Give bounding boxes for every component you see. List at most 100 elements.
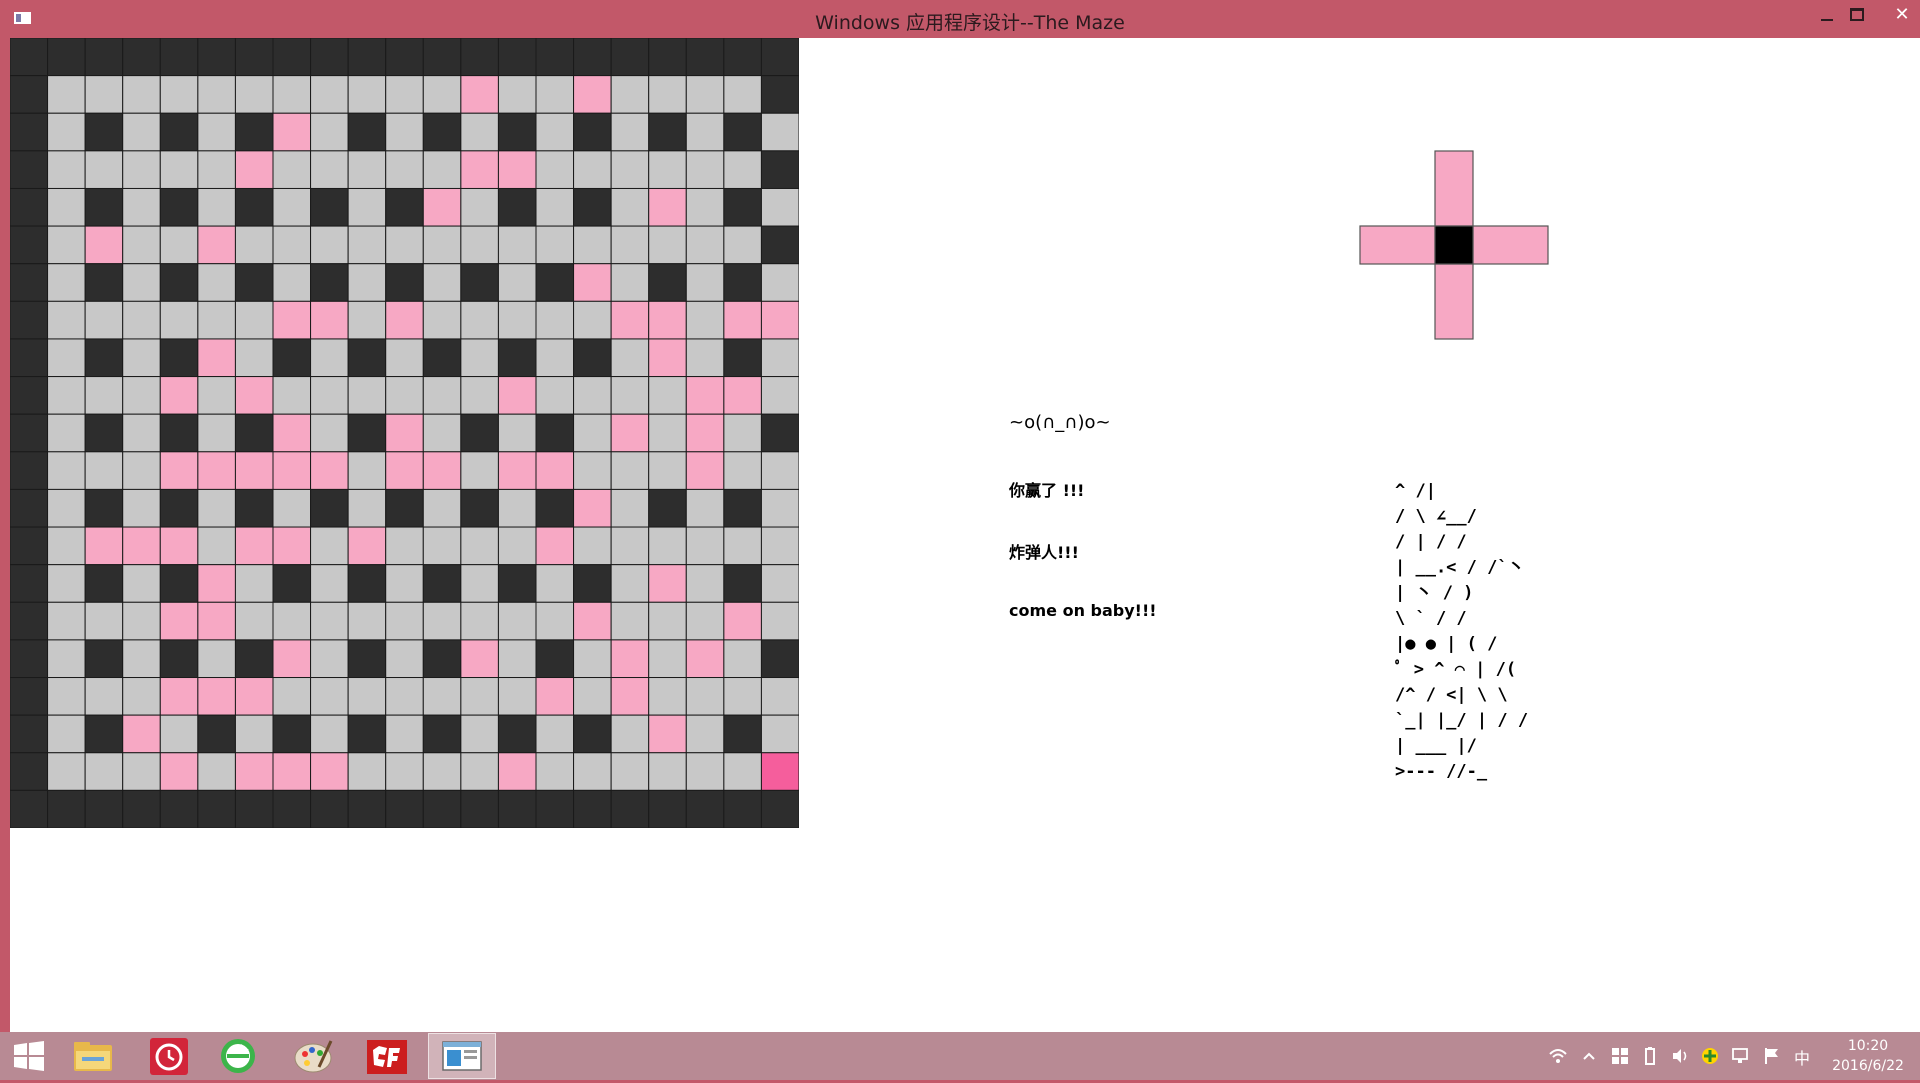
ime-indicator[interactable]: 中 (1794, 1045, 1810, 1069)
maze-floor (47, 451, 86, 490)
maze-floor (497, 75, 537, 114)
maze-flame (648, 300, 687, 340)
maze-floor (47, 639, 86, 679)
maze-floor (685, 488, 725, 528)
maze-floor (47, 413, 86, 453)
show-hidden-icons-chevron-icon[interactable] (1579, 1046, 1599, 1066)
maze-wall (422, 714, 462, 754)
maze-floor (460, 677, 499, 716)
maze-wall (723, 714, 762, 754)
maze-floor (497, 413, 537, 453)
alarm-clock-button[interactable] (138, 1033, 200, 1079)
maze-flame (648, 338, 687, 378)
maze-floor (723, 225, 762, 265)
maze-floor (272, 488, 312, 528)
maze-wall (573, 187, 612, 227)
maze-wall (47, 789, 86, 828)
maze-floor (385, 564, 424, 603)
maze-floor (460, 300, 499, 340)
clock-date[interactable]: 2016/6/22 (1818, 1058, 1918, 1074)
maze-wall (10, 112, 49, 152)
maze-app-button[interactable] (428, 1033, 496, 1079)
network-sync-icon[interactable] (1700, 1046, 1720, 1066)
maze-floor (610, 714, 650, 754)
file-explorer-button[interactable] (62, 1033, 124, 1079)
maze-floor (685, 564, 725, 603)
win-message: 你赢了 !!! (1009, 481, 1085, 500)
maze-floor (535, 300, 575, 340)
maze-flame (685, 639, 725, 679)
volume-icon[interactable] (1670, 1046, 1690, 1066)
maze-wall (272, 714, 312, 754)
maze-flame (460, 75, 499, 114)
ascii-pikachu-art: ^ /| / \ ∠__/ / | / / | __.< / /`丶 | 丶 / )… (1395, 481, 1528, 782)
maze-flame (610, 639, 650, 679)
maze-wall (497, 564, 537, 603)
maze-flame (685, 413, 725, 453)
maze-floor (760, 488, 799, 528)
maze-wall (234, 488, 274, 528)
maze-flame (685, 451, 725, 490)
action-center-icon[interactable] (1610, 1046, 1630, 1066)
maze-floor (122, 376, 161, 415)
maze-flame (197, 225, 236, 265)
maze-wall (460, 413, 499, 453)
maze-floor (197, 526, 236, 566)
maze-floor (610, 564, 650, 603)
maze-flame (422, 187, 462, 227)
windows-logo-icon (14, 1041, 44, 1071)
maze-floor (460, 752, 499, 791)
wifi-icon[interactable] (1548, 1046, 1568, 1066)
maze-wall (648, 789, 687, 828)
maze-floor (347, 752, 387, 791)
close-button[interactable]: ✕ (1885, 2, 1919, 30)
maze-flame (497, 451, 537, 490)
maximize-button[interactable] (1840, 2, 1874, 30)
clock-time[interactable]: 10:20 (1818, 1038, 1918, 1054)
maze-floor (310, 639, 349, 679)
maze-floor (685, 150, 725, 189)
maze-wall (347, 338, 387, 378)
maze-wall (234, 639, 274, 679)
maze-wall (497, 112, 537, 152)
maze-floor (497, 263, 537, 302)
maze-floor (648, 639, 687, 679)
maze-flame (272, 451, 312, 490)
maze-floor (347, 451, 387, 490)
monitor-network-icon[interactable] (1730, 1046, 1750, 1066)
maze-floor (460, 338, 499, 378)
maze-flame (234, 376, 274, 415)
maze-wall (159, 263, 199, 302)
maze-wall (10, 263, 49, 302)
maze-floor (385, 225, 424, 265)
maze-floor (610, 601, 650, 641)
maze-wall (234, 789, 274, 828)
maze-wall (10, 488, 49, 528)
battery-icon[interactable] (1640, 1046, 1660, 1066)
maze-floor (310, 564, 349, 603)
start-button[interactable] (0, 1033, 58, 1079)
maze-wall (234, 38, 274, 77)
maze-floor (685, 75, 725, 114)
maze-wall (197, 714, 236, 754)
maze-floor (460, 601, 499, 641)
flag-icon[interactable] (1762, 1046, 1782, 1066)
maze-window-icon (442, 1041, 482, 1071)
browser-button[interactable] (207, 1033, 269, 1079)
maze-floor (460, 376, 499, 415)
maze-board[interactable] (10, 38, 799, 828)
minimize-button[interactable] (1810, 2, 1844, 30)
window-title: Windows 应用程序设计--The Maze (815, 12, 1125, 34)
cf-app-button[interactable] (356, 1033, 418, 1079)
maze-floor (760, 451, 799, 490)
maze-wall (385, 187, 424, 227)
maze-floor (347, 263, 387, 302)
maze-floor (610, 338, 650, 378)
maze-flame (497, 752, 537, 791)
maze-floor (234, 601, 274, 641)
paint-button[interactable] (283, 1033, 345, 1079)
maze-wall (272, 38, 312, 77)
maze-wall (122, 38, 161, 77)
maze-flame (197, 338, 236, 378)
title-bar[interactable]: Windows 应用程序设计--The Maze ✕ (0, 0, 1920, 38)
